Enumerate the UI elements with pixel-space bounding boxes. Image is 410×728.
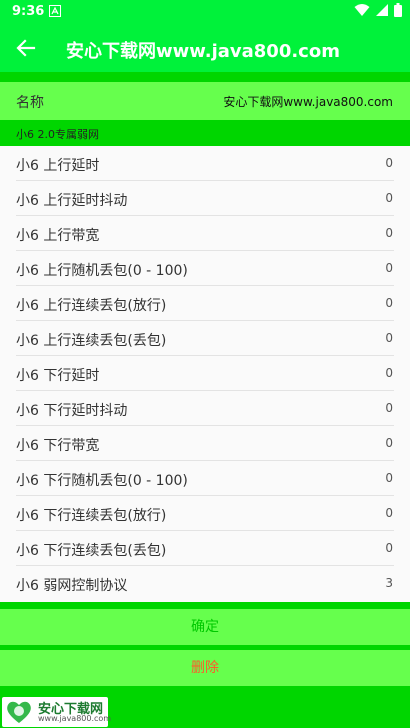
list-item[interactable]: 小6 上行延时 0	[0, 146, 410, 181]
list-item[interactable]: 小6 弱网控制协议 3	[0, 566, 410, 601]
list-item-value: 0	[385, 471, 393, 485]
list-item[interactable]: 小6 下行延时抖动 0	[0, 391, 410, 426]
list-item[interactable]: 小6 下行随机丢包(0 - 100) 0	[0, 461, 410, 496]
list-item-label: 小6 下行延时抖动	[16, 403, 128, 419]
signal-icon	[376, 4, 388, 16]
list-item-label: 小6 下行随机丢包(0 - 100)	[16, 473, 188, 489]
status-time: 9:36	[12, 4, 45, 19]
list-item-value: 0	[385, 506, 393, 520]
list-item-value: 0	[385, 156, 393, 170]
name-label: 名称	[16, 95, 44, 111]
list-item-label: 小6 上行带宽	[16, 228, 100, 244]
name-value: 安心下载网www.java800.com	[223, 95, 393, 109]
list-item[interactable]: 小6 上行连续丢包(放行) 0	[0, 286, 410, 321]
list-item-label: 小6 弱网控制协议	[16, 578, 128, 594]
watermark-url: www.java800.com	[38, 714, 112, 723]
list-item[interactable]: 小6 上行随机丢包(0 - 100) 0	[0, 251, 410, 286]
list-item-value: 0	[385, 366, 393, 380]
list-item[interactable]: 小6 下行带宽 0	[0, 426, 410, 461]
list-item[interactable]: 小6 下行连续丢包(丢包) 0	[0, 531, 410, 566]
section-header-label: 小6 2.0专属弱网	[16, 128, 99, 141]
list-item-value: 0	[385, 436, 393, 450]
list-item[interactable]: 小6 上行延时抖动 0	[0, 181, 410, 216]
name-row[interactable]: 名称 安心下载网www.java800.com	[0, 82, 410, 120]
section-header: 小6 2.0专属弱网	[0, 120, 410, 146]
confirm-button[interactable]: 确定	[0, 609, 410, 645]
list-item-value: 3	[385, 576, 393, 590]
list-item-label: 小6 上行延时	[16, 158, 100, 174]
list-item-label: 小6 下行带宽	[16, 438, 100, 454]
app-bar: 安心下载网www.java800.com	[0, 24, 410, 72]
list-item-value: 0	[385, 191, 393, 205]
back-arrow-icon[interactable]	[14, 36, 38, 60]
list-item[interactable]: 小6 下行延时 0	[0, 356, 410, 391]
list-item-label: 小6 下行延时	[16, 368, 100, 384]
list-item[interactable]: 小6 上行带宽 0	[0, 216, 410, 251]
list-item-label: 小6 下行连续丢包(放行)	[16, 508, 167, 524]
status-icons	[354, 3, 402, 17]
list-item-label: 小6 上行连续丢包(放行)	[16, 298, 167, 314]
delete-button[interactable]: 删除	[0, 650, 410, 686]
battery-icon	[394, 3, 402, 17]
watermark-logo: 安心下载网 www.java800.com	[2, 697, 112, 727]
list-item-value: 0	[385, 541, 393, 555]
list-item[interactable]: 小6 下行连续丢包(放行) 0	[0, 496, 410, 531]
settings-list: 小6 上行延时 0 小6 上行延时抖动 0 小6 上行带宽 0 小6 上行随机丢…	[0, 146, 410, 602]
notification-a-icon	[49, 5, 61, 17]
heart-logo-icon	[6, 700, 32, 724]
list-item-value: 0	[385, 331, 393, 345]
list-item[interactable]: 小6 上行连续丢包(丢包) 0	[0, 321, 410, 356]
status-bar: 9:36	[0, 0, 410, 24]
list-item-value: 0	[385, 401, 393, 415]
list-item-label: 小6 上行随机丢包(0 - 100)	[16, 263, 188, 279]
list-item-value: 0	[385, 296, 393, 310]
list-item-value: 0	[385, 261, 393, 275]
list-item-label: 小6 上行延时抖动	[16, 193, 128, 209]
page-title: 安心下载网www.java800.com	[66, 41, 340, 62]
list-item-value: 0	[385, 226, 393, 240]
list-item-label: 小6 上行连续丢包(丢包)	[16, 333, 167, 349]
list-item-label: 小6 下行连续丢包(丢包)	[16, 543, 167, 559]
wifi-icon	[354, 4, 370, 16]
